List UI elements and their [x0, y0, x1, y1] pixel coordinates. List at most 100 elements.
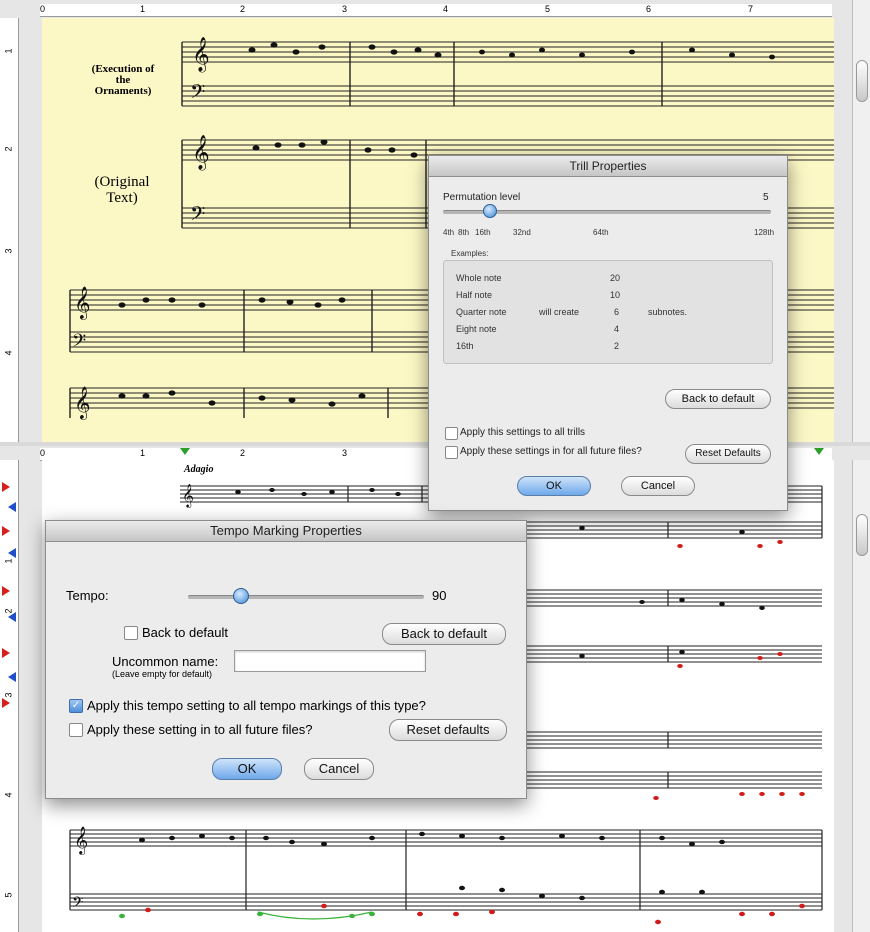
- ruler-tick-label: 6: [646, 4, 652, 14]
- uncommon-name-hint: (Leave empty for default): [112, 669, 213, 679]
- cancel-button[interactable]: Cancel: [621, 476, 695, 496]
- apply-future-checkbox[interactable]: [69, 723, 83, 737]
- permutation-value: 5: [763, 192, 769, 203]
- bottom-vertical-scrollbar[interactable]: [852, 460, 870, 932]
- svg-text:𝄞: 𝄞: [192, 37, 210, 73]
- apply-all-trills-checkbox[interactable]: [445, 427, 458, 440]
- scrollbar-thumb[interactable]: [856, 514, 868, 556]
- scale-label: 4th: [443, 228, 455, 237]
- ruler-tick-label: 7: [748, 4, 754, 14]
- staff-marker-blue[interactable]: [8, 502, 16, 512]
- tempo-label: Tempo:: [66, 588, 109, 603]
- uncommon-name-value: [235, 653, 239, 667]
- ruler-tick-label: 2: [240, 4, 246, 14]
- apply-all-tempo-checkbox[interactable]: ✓: [69, 699, 83, 713]
- scale-label: 128th: [754, 228, 775, 237]
- svg-text:𝄞: 𝄞: [74, 286, 91, 320]
- reset-defaults-button[interactable]: Reset Defaults: [685, 444, 771, 464]
- svg-text:𝄞: 𝄞: [192, 135, 210, 171]
- example-count: 10: [610, 290, 621, 300]
- svg-text:𝄢: 𝄢: [190, 80, 205, 108]
- top-vertical-scrollbar[interactable]: [852, 0, 870, 442]
- back-to-default-checkbox[interactable]: [124, 626, 138, 640]
- tempo-value: 90: [432, 588, 447, 603]
- ruler-tick-label: 5: [3, 892, 14, 898]
- example-count: 6: [614, 307, 620, 317]
- example-note: Whole note: [456, 273, 502, 283]
- svg-text:𝄢: 𝄢: [72, 894, 84, 915]
- margin-marker-right[interactable]: [814, 448, 824, 455]
- staff-marker-red[interactable]: [2, 698, 10, 708]
- staff-marker-blue[interactable]: [8, 548, 16, 558]
- svg-text:𝄞: 𝄞: [182, 483, 194, 508]
- top-vertical-ruler[interactable]: 1 2 3 4: [0, 18, 19, 442]
- cancel-button[interactable]: Cancel: [304, 758, 374, 780]
- svg-text:𝄢: 𝄢: [190, 202, 205, 230]
- apply-future-label[interactable]: Apply these setting in to all future fil…: [87, 722, 312, 737]
- staff-marker-blue[interactable]: [8, 612, 16, 622]
- ruler-tick-label: 1: [3, 558, 14, 564]
- scrollbar-thumb[interactable]: [856, 60, 868, 102]
- back-to-default-check-label[interactable]: Back to default: [142, 625, 228, 640]
- examples-groupbox: Whole note 20 Half note 10 Quarter note …: [443, 260, 773, 364]
- svg-text:𝄞: 𝄞: [74, 826, 88, 855]
- ruler-tick-label: 5: [545, 4, 551, 14]
- example-note: Quarter note: [456, 307, 507, 317]
- tempo-text[interactable]: Adagio: [184, 464, 213, 475]
- ruler-tick-label: 2: [3, 146, 14, 152]
- back-to-default-button[interactable]: Back to default: [665, 389, 771, 409]
- ruler-tick-label: 1: [3, 48, 14, 54]
- ruler-tick-label: 3: [342, 4, 348, 14]
- reset-defaults-button[interactable]: Reset defaults: [389, 719, 507, 741]
- dialog-title[interactable]: Trill Properties: [429, 156, 787, 177]
- tempo-slider-track[interactable]: [188, 595, 424, 599]
- ruler-tick-label: 4: [3, 350, 14, 356]
- ruler-tick-label: 0: [40, 448, 46, 458]
- permutation-slider-thumb[interactable]: [483, 204, 497, 218]
- uncommon-name-input[interactable]: [234, 650, 426, 672]
- example-note: Eight note: [456, 324, 497, 334]
- example-note: Half note: [456, 290, 493, 300]
- tempo-marking-dialog: Tempo Marking Properties Tempo: 90 Back …: [45, 520, 527, 799]
- ok-button[interactable]: OK: [212, 758, 282, 780]
- scale-label: 32nd: [513, 228, 531, 237]
- engraved-green-noteheads: [119, 911, 375, 919]
- staff-marker-red[interactable]: [2, 482, 10, 492]
- subnotes-text: subnotes.: [648, 307, 688, 317]
- ruler-tick-label: 3: [342, 448, 348, 458]
- apply-all-tempo-label[interactable]: Apply this tempo setting to all tempo ma…: [87, 698, 426, 713]
- top-horizontal-ruler[interactable]: 0 1 2 3 4 5 6 7: [40, 4, 832, 17]
- back-to-default-button[interactable]: Back to default: [382, 623, 506, 645]
- ruler-tick-label: 1: [140, 448, 146, 458]
- ruler-tick-label: 0: [40, 4, 46, 14]
- staff-marker-red[interactable]: [2, 526, 10, 536]
- scale-label: 16th: [475, 228, 491, 237]
- scale-label: 8th: [458, 228, 470, 237]
- apply-future-label[interactable]: Apply these settings in for all future f…: [460, 446, 642, 457]
- apply-all-trills-label[interactable]: Apply this settings to all trills: [460, 427, 585, 438]
- permutation-label: Permutation level: [443, 192, 521, 203]
- uncommon-name-label: Uncommon name:: [112, 654, 219, 669]
- dialog-title[interactable]: Tempo Marking Properties: [46, 521, 526, 542]
- apply-future-checkbox[interactable]: [445, 446, 458, 459]
- examples-label: Examples:: [451, 249, 489, 258]
- tempo-slider-thumb[interactable]: [232, 588, 249, 604]
- scale-label: 64th: [593, 228, 609, 237]
- example-count: 20: [610, 273, 621, 283]
- ruler-tick-label: 3: [3, 248, 14, 254]
- original-text-label: (Original Text): [94, 174, 150, 206]
- staff-marker-red[interactable]: [2, 648, 10, 658]
- svg-text:𝄢: 𝄢: [72, 331, 86, 356]
- green-slur: [257, 911, 373, 920]
- ruler-tick-label: 3: [3, 692, 14, 698]
- staff-marker-blue[interactable]: [8, 672, 16, 682]
- margin-marker-left[interactable]: [180, 448, 190, 455]
- trill-properties-dialog: Trill Properties Permutation level 5 4th…: [428, 155, 788, 511]
- ok-button[interactable]: OK: [517, 476, 591, 496]
- example-count: 4: [614, 324, 620, 334]
- staff-marker-red[interactable]: [2, 586, 10, 596]
- example-note: 16th: [456, 341, 474, 351]
- svg-text:𝄞: 𝄞: [74, 386, 91, 420]
- ruler-tick-label: 1: [140, 4, 146, 14]
- ruler-tick-label: 2: [240, 448, 246, 458]
